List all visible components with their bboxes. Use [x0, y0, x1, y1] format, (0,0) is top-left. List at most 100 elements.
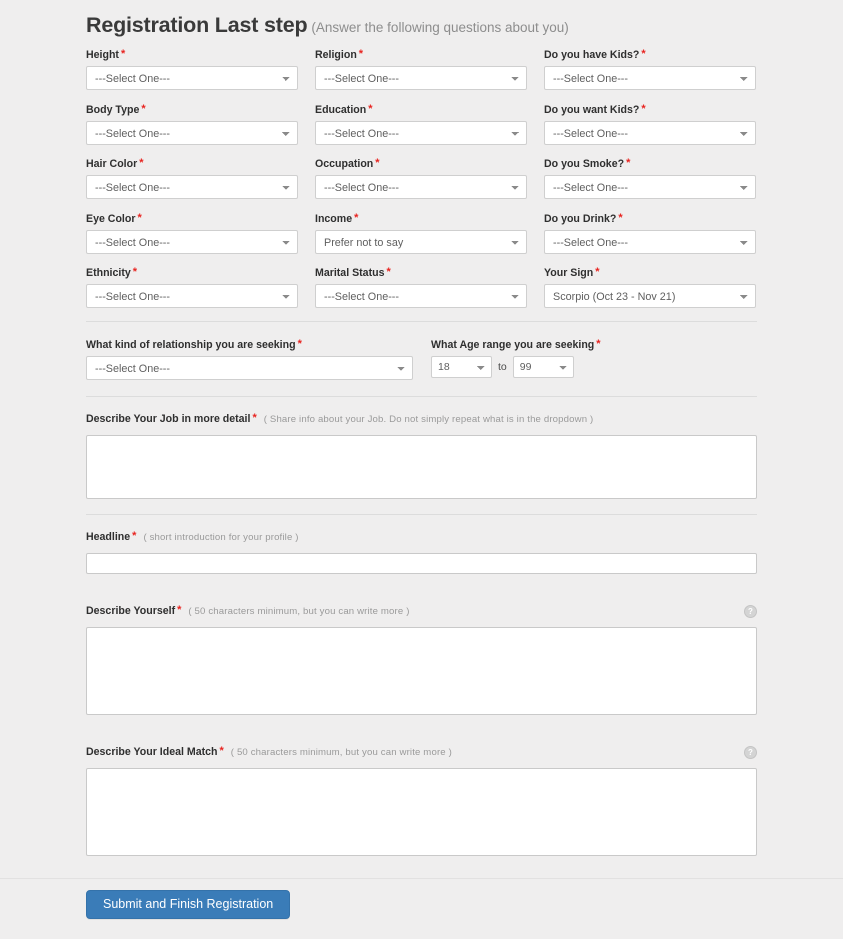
- select-drink[interactable]: ---Select One---: [544, 229, 756, 254]
- required-asterisk: *: [132, 529, 137, 542]
- required-asterisk: *: [177, 603, 182, 616]
- page-subtitle: (Answer the following questions about yo…: [311, 20, 569, 35]
- seeking-section: What kind of relationship you are seekin…: [86, 322, 757, 396]
- help-icon[interactable]: ?: [744, 604, 757, 618]
- required-asterisk: *: [641, 48, 646, 60]
- label-drink-text: Do you Drink?: [544, 212, 617, 225]
- label-ethnicity: Ethnicity *: [86, 266, 298, 280]
- field-education: Education * ---Select One---: [315, 103, 527, 145]
- field-income: Income * Prefer not to say: [315, 212, 527, 254]
- headline-header: Headline * ( short introduction for your p…: [86, 530, 757, 548]
- label-body-type-text: Body Type: [86, 103, 140, 116]
- required-asterisk: *: [386, 266, 391, 278]
- required-asterisk: *: [141, 102, 146, 115]
- select-have-kids[interactable]: ---Select One---: [544, 66, 756, 90]
- field-eye-color: Eye Color * ---Select One---: [86, 212, 298, 254]
- required-asterisk: *: [219, 744, 224, 757]
- select-want-kids[interactable]: ---Select One---: [544, 120, 756, 145]
- label-hair-color: Hair Color *: [86, 157, 298, 171]
- select-income[interactable]: Prefer not to say: [315, 229, 527, 254]
- label-education-text: Education: [315, 103, 367, 116]
- required-asterisk: *: [252, 411, 257, 424]
- label-occupation: Occupation *: [315, 157, 527, 171]
- submit-registration-button[interactable]: Submit and Finish Registration: [86, 889, 291, 919]
- field-marital-status: Marital Status * ---Select One---: [315, 266, 527, 308]
- textarea-ideal-match[interactable]: [86, 767, 757, 856]
- label-have-kids-text: Do you have Kids?: [544, 49, 640, 61]
- required-asterisk: *: [626, 157, 631, 169]
- section-describe-yourself: Describe Yourself * ( 50 characters minimu…: [86, 589, 757, 730]
- label-age-range: What Age range you are seeking *: [431, 338, 631, 352]
- required-asterisk: *: [354, 211, 359, 224]
- required-asterisk: *: [368, 102, 373, 115]
- label-education: Education *: [315, 103, 527, 117]
- label-relationship-seeking: What kind of relationship you are seekin…: [86, 338, 413, 352]
- label-want-kids-text: Do you want Kids?: [544, 103, 640, 116]
- select-your-sign[interactable]: Scorpio (Oct 23 - Nov 21): [544, 284, 756, 308]
- page-header: Registration Last step (Answer the follow…: [86, 0, 757, 48]
- label-describe-job-text: Describe Your Job in more detail: [86, 412, 251, 425]
- field-age-range: What Age range you are seeking * 18 to 99: [431, 338, 631, 380]
- label-ethnicity-text: Ethnicity: [86, 267, 131, 279]
- label-age-range-text: What Age range you are seeking: [431, 338, 595, 351]
- field-body-type: Body Type * ---Select One---: [86, 103, 298, 145]
- required-asterisk: *: [595, 266, 600, 278]
- label-ideal-match-text: Describe Your Ideal Match: [86, 745, 218, 758]
- field-hair-color: Hair Color * ---Select One---: [86, 157, 298, 199]
- input-headline[interactable]: [86, 552, 757, 574]
- select-education[interactable]: ---Select One---: [315, 120, 527, 145]
- label-marital-status: Marital Status *: [315, 266, 527, 280]
- section-headline: Headline * ( short introduction for your p…: [86, 515, 757, 589]
- field-religion: Religion * ---Select One---: [315, 48, 527, 90]
- textarea-describe-yourself[interactable]: [86, 626, 757, 715]
- describe-yourself-header: Describe Yourself * ( 50 characters minimu…: [86, 604, 757, 622]
- select-height[interactable]: ---Select One---: [86, 66, 298, 90]
- label-occupation-text: Occupation: [315, 158, 374, 170]
- help-icon[interactable]: ?: [744, 745, 757, 759]
- hint-describe-yourself: ( 50 characters minimum, but you can wri…: [188, 605, 410, 617]
- label-your-sign-text: Your Sign: [544, 267, 594, 279]
- required-asterisk: *: [297, 337, 302, 350]
- select-marital-status[interactable]: ---Select One---: [315, 284, 527, 308]
- age-range-separator: to: [498, 360, 507, 373]
- select-occupation[interactable]: ---Select One---: [315, 175, 527, 199]
- field-smoke: Do you Smoke? * ---Select One---: [544, 157, 756, 199]
- label-hair-color-text: Hair Color: [86, 158, 138, 170]
- label-religion-text: Religion: [315, 49, 357, 61]
- label-drink: Do you Drink? *: [544, 212, 756, 226]
- select-age-to[interactable]: 99: [512, 355, 574, 378]
- label-height-text: Height: [86, 49, 119, 61]
- required-asterisk: *: [137, 211, 142, 224]
- label-describe-yourself: Describe Yourself * ( 50 characters minimu…: [86, 604, 410, 618]
- label-relationship-seeking-text: What kind of relationship you are seekin…: [86, 338, 296, 351]
- select-age-from[interactable]: 18: [431, 355, 492, 378]
- label-describe-yourself-text: Describe Yourself: [86, 604, 176, 617]
- select-eye-color[interactable]: ---Select One---: [86, 229, 298, 254]
- select-smoke[interactable]: ---Select One---: [544, 175, 756, 199]
- required-asterisk: *: [358, 48, 364, 60]
- select-ethnicity[interactable]: ---Select One---: [86, 284, 298, 308]
- textarea-describe-job[interactable]: [86, 434, 757, 499]
- select-body-type[interactable]: ---Select One---: [86, 120, 298, 145]
- section-describe-job: Describe Your Job in more detail * ( Share…: [86, 397, 757, 514]
- required-asterisk: *: [596, 337, 601, 350]
- select-hair-color[interactable]: ---Select One---: [86, 175, 298, 199]
- required-asterisk: *: [375, 157, 380, 169]
- label-eye-color-text: Eye Color: [86, 212, 136, 225]
- required-asterisk: *: [132, 266, 138, 278]
- select-relationship-seeking[interactable]: ---Select One---: [86, 355, 413, 380]
- field-ethnicity: Ethnicity * ---Select One---: [86, 266, 298, 308]
- label-smoke: Do you Smoke? *: [544, 157, 756, 171]
- registration-page: Registration Last step (Answer the follow…: [0, 0, 843, 919]
- label-smoke-text: Do you Smoke?: [544, 158, 625, 170]
- field-have-kids: Do you have Kids? * ---Select One---: [544, 48, 756, 90]
- label-headline: Headline * ( short introduction for your p…: [86, 530, 299, 544]
- age-range-controls: 18 to 99: [431, 355, 631, 378]
- form-content: Registration Last step (Answer the follow…: [86, 0, 757, 939]
- select-field-grid: Height * ---Select One--- Religion * ---Se…: [86, 48, 757, 321]
- select-religion[interactable]: ---Select One---: [315, 66, 527, 90]
- required-asterisk: *: [618, 211, 623, 224]
- label-income-text: Income: [315, 212, 353, 225]
- field-want-kids: Do you want Kids? * ---Select One---: [544, 103, 756, 145]
- required-asterisk: *: [139, 157, 144, 169]
